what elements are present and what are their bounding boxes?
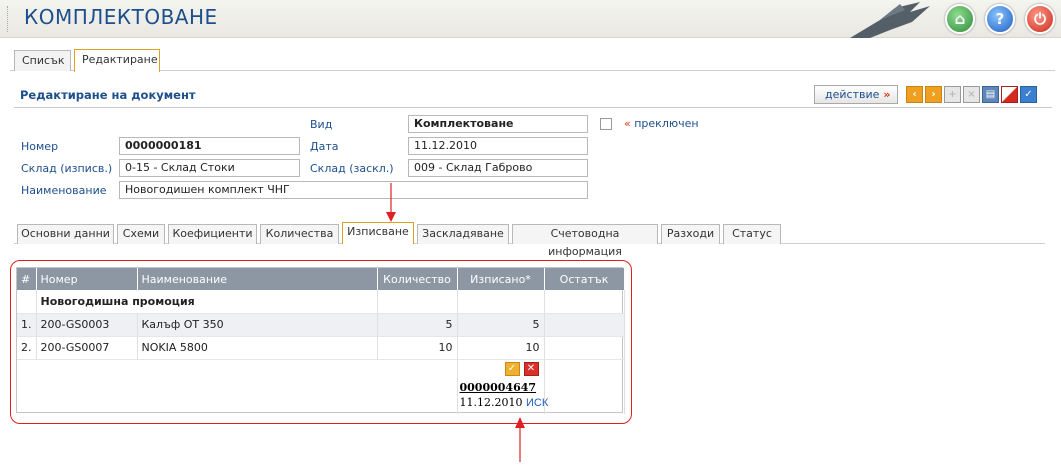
- app-window: КОМПЛЕКТОВАНЕ ⌂ ? ⏻ Списък Редактиране Р…: [0, 0, 1061, 469]
- annotation-arrows: [386, 183, 525, 462]
- arrow-up-icon: [515, 417, 525, 462]
- arrow-down-icon: [386, 183, 396, 222]
